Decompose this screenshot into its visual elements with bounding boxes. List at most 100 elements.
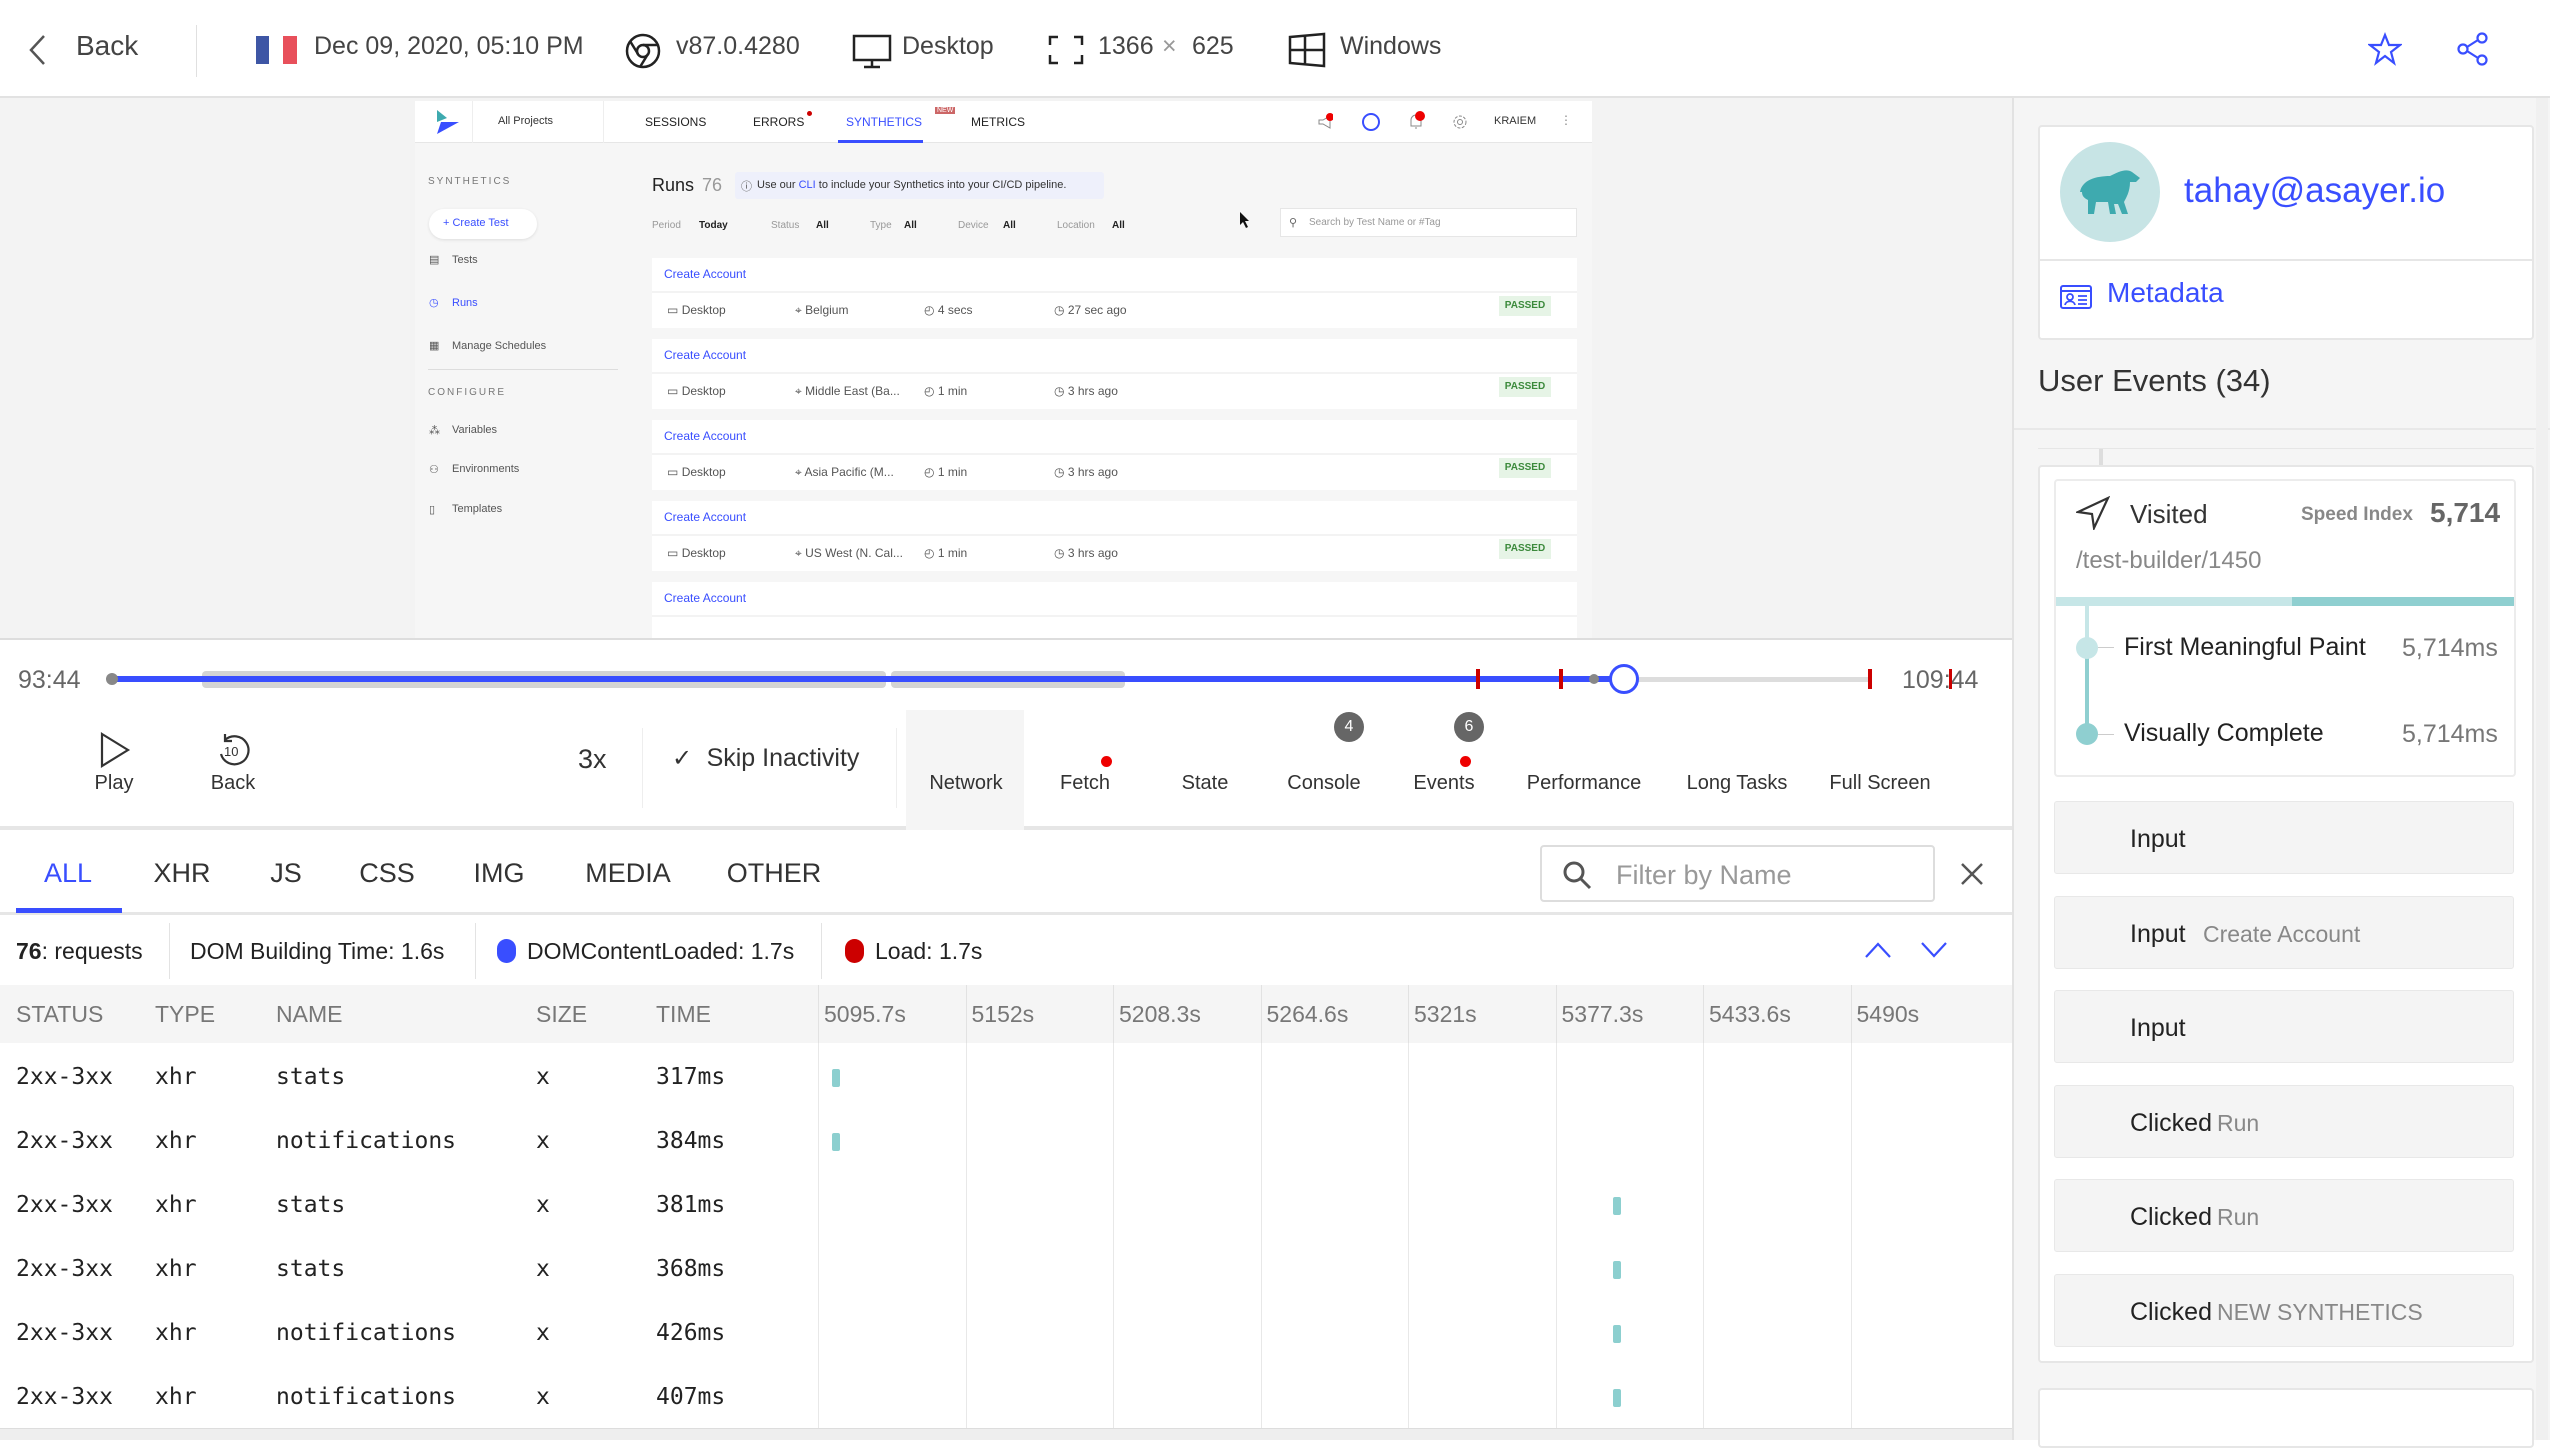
share-icon[interactable]: [2456, 32, 2490, 66]
tab-all[interactable]: ALL: [44, 858, 92, 889]
chrome-icon: [625, 33, 661, 69]
time-current: 93:44: [18, 666, 81, 694]
active-tab-indicator: [16, 908, 122, 913]
id-card-icon: [2060, 285, 2092, 309]
megaphone-icon: [1318, 113, 1333, 129]
run-location: ⌖ Middle East (Ba...: [795, 384, 900, 398]
star-icon[interactable]: [2368, 32, 2402, 66]
tool-long-tasks-button[interactable]: Long Tasks: [1677, 710, 1797, 830]
run-title: Create Account: [664, 429, 747, 443]
table-row[interactable]: 2xx-3xx xhr notifications x 426ms: [0, 1302, 2012, 1366]
event-detail: Run: [2217, 1204, 2260, 1230]
horizontal-scrollbar[interactable]: [0, 1428, 2012, 1440]
skip-inactivity-toggle[interactable]: ✓ Skip Inactivity: [672, 744, 859, 773]
tool-state-button[interactable]: State: [1145, 710, 1265, 830]
table-row[interactable]: 2xx-3xx xhr notifications x 407ms: [0, 1366, 2012, 1430]
column-time[interactable]: TIME: [656, 1001, 711, 1028]
tool-events-button[interactable]: Events 6: [1384, 710, 1504, 830]
table-row[interactable]: 2xx-3xx xhr notifications x 384ms: [0, 1110, 2012, 1174]
tab-css[interactable]: CSS: [359, 858, 415, 889]
user-menu: KRAIEM: [1494, 115, 1537, 127]
chevron-down-icon[interactable]: [1920, 941, 1948, 959]
project-selector: All Projects: [498, 115, 554, 127]
info-text: Use our: [757, 179, 796, 191]
metadata-label: Metadata: [2107, 277, 2224, 308]
table-row[interactable]: 2xx-3xx xhr stats x 368ms: [0, 1238, 2012, 1302]
location-icon: ⌖: [795, 546, 802, 560]
events-list[interactable]: Visited Speed Index 5,714 /test-builder/…: [2038, 465, 2534, 1363]
sidebar-item-environments: Environments: [452, 463, 520, 475]
playback-timeline[interactable]: 93:44 109:44: [0, 640, 2012, 710]
duration-icon: ◴: [924, 303, 935, 317]
tool-console-button[interactable]: Console 4: [1264, 710, 1384, 830]
speed-button[interactable]: 3x: [578, 744, 607, 775]
info-text-end: to include your Synthetics into your CI/…: [818, 179, 1067, 191]
event-type: Input: [2130, 825, 2186, 853]
user-email-link[interactable]: tahay@asayer.io: [2184, 171, 2445, 211]
tool-fetch-button[interactable]: Fetch: [1025, 710, 1145, 830]
run-card: Create Account ▭ Desktop ⌖ US West (N. Cal…: [652, 501, 1577, 571]
tool-performance-button[interactable]: Performance: [1524, 710, 1644, 830]
session-details-panel: tahay@asayer.io Metadata User Events (34…: [2012, 98, 2550, 1448]
user-event-input[interactable]: Input Create Account: [2054, 895, 2514, 969]
tool-full-screen-button[interactable]: Full Screen: [1820, 710, 1940, 830]
paint-timing-bar: [2292, 597, 2514, 606]
close-icon[interactable]: [1960, 862, 1984, 886]
sidebar-item-variables: Variables: [452, 424, 498, 436]
table-row[interactable]: 2xx-3xx xhr stats x 317ms: [0, 1046, 2012, 1110]
error-marker[interactable]: [1476, 669, 1480, 689]
sidebar-section-synthetics: SYNTHETICS: [428, 176, 512, 187]
run-card: Create Account ▭ Desktop ⌖ Middle East (Ba…: [652, 339, 1577, 409]
cell-type: xhr: [155, 1192, 197, 1218]
visited-event[interactable]: Visited Speed Index 5,714 /test-builder/…: [2054, 479, 2516, 777]
tab-xhr[interactable]: XHR: [153, 858, 210, 889]
column-size[interactable]: SIZE: [536, 1001, 587, 1028]
run-title: Create Account: [664, 348, 747, 362]
event-type: Clicked: [2130, 1108, 2212, 1137]
resolution-width: 1366: [1098, 32, 1154, 60]
user-event-input[interactable]: Input: [2054, 990, 2514, 1063]
check-icon: ✓: [672, 745, 693, 772]
rewind-button[interactable]: 10 Back: [173, 710, 293, 830]
variables-icon: ⁂: [429, 425, 440, 437]
user-event-clicked[interactable]: Clicked Run: [2054, 1179, 2514, 1252]
play-button[interactable]: Play: [54, 710, 174, 830]
animal-avatar-icon: [2080, 170, 2140, 214]
tab-media[interactable]: MEDIA: [585, 858, 671, 889]
column-type[interactable]: TYPE: [155, 1001, 215, 1028]
back-label[interactable]: Back: [76, 30, 138, 62]
desktop-icon: [852, 34, 892, 69]
chevron-up-icon[interactable]: [1864, 941, 1892, 959]
table-row[interactable]: 2xx-3xx xhr stats x 381ms: [0, 1174, 2012, 1238]
run-title: Create Account: [664, 510, 747, 524]
status-badge: PASSED: [1499, 458, 1551, 478]
error-marker[interactable]: [1559, 669, 1563, 689]
user-event-clicked[interactable]: Clicked Run: [2054, 1084, 2514, 1158]
column-status[interactable]: STATUS: [16, 1001, 103, 1028]
cell-size: x: [536, 1320, 550, 1346]
more-icon: ⋮: [1560, 113, 1572, 127]
tab-js[interactable]: JS: [270, 858, 302, 889]
filter-by-name-input[interactable]: Filter by Name: [1540, 845, 1935, 902]
session-replay-viewport[interactable]: All Projects SESSIONS ERRORS SYNTHETICS …: [0, 98, 2012, 640]
cell-type: xhr: [155, 1064, 197, 1090]
run-card: Create Account ▭ Desktop ⌖ Asia Pacific (M…: [652, 420, 1577, 490]
tab-img[interactable]: IMG: [474, 858, 525, 889]
user-event-input[interactable]: Input: [2054, 801, 2514, 874]
timeline-scrubber-handle[interactable]: [1608, 664, 1639, 694]
fmp-value: 5,714ms: [2402, 634, 2498, 662]
cell-size: x: [536, 1192, 550, 1218]
filter-label: Status: [771, 220, 800, 231]
tool-network-button[interactable]: Network: [906, 710, 1024, 830]
keyboard-icon: [2073, 919, 2105, 947]
cell-size: x: [536, 1064, 550, 1090]
timeline-tick-label: 5152s: [971, 1001, 1035, 1027]
waterfall-bar: [1612, 1261, 1621, 1279]
tool-label: Full Screen: [1829, 772, 1931, 794]
vertical-scrollbar[interactable]: [2536, 98, 2548, 1440]
user-event-clicked[interactable]: Clicked NEW SYNTHETICS: [2054, 1273, 2514, 1347]
column-name[interactable]: NAME: [276, 1001, 342, 1028]
back-button[interactable]: [28, 34, 48, 66]
tab-other[interactable]: OTHER: [727, 858, 822, 889]
error-marker[interactable]: [1868, 669, 1872, 689]
